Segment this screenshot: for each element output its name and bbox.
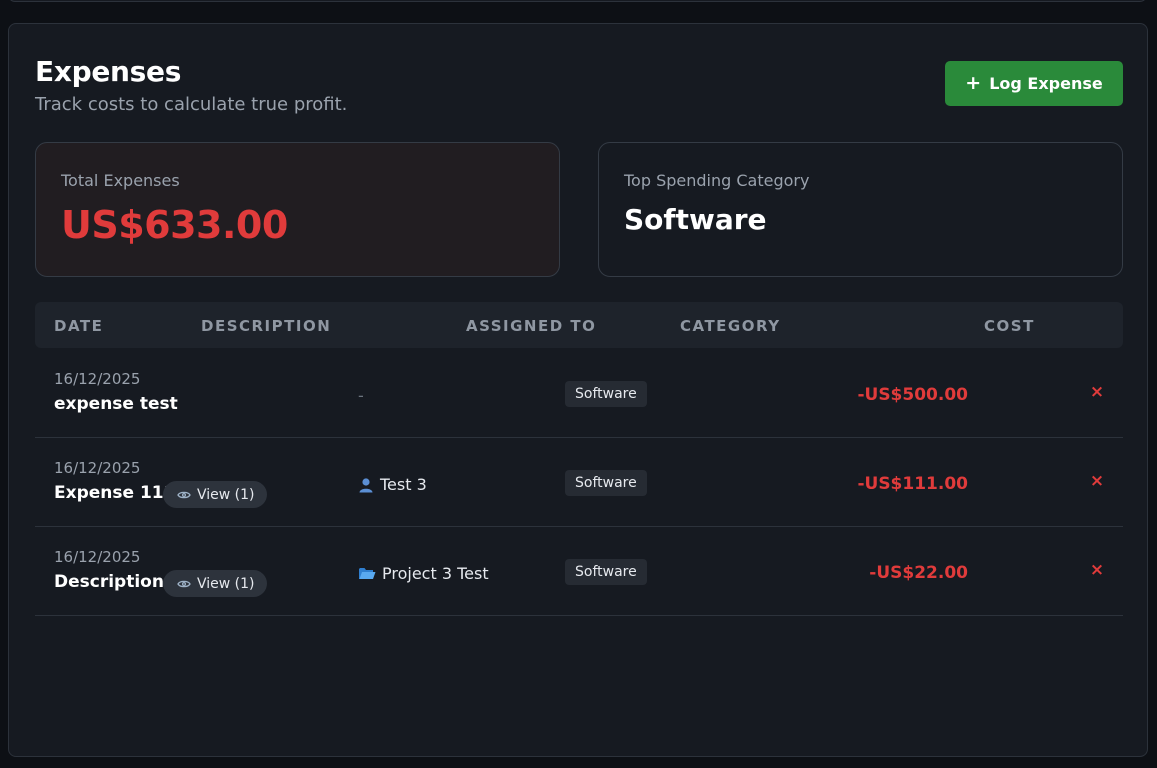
total-expenses-label: Total Expenses <box>61 171 180 190</box>
view-attachment-button[interactable]: View (1) <box>163 570 267 597</box>
view-attachment-label: View (1) <box>197 575 255 592</box>
assigned-to-text: - <box>358 386 364 405</box>
total-expenses-value: US$633.00 <box>61 203 288 247</box>
table-row: 16/12/2025 Description View (1) Project … <box>35 527 1123 616</box>
assigned-to: Project 3 Test <box>358 564 489 583</box>
eye-icon <box>177 491 191 498</box>
expense-description: Expense 111 <box>54 483 176 503</box>
view-attachment-label: View (1) <box>197 486 255 503</box>
folder-icon <box>359 568 376 579</box>
total-expenses-card: Total Expenses US$633.00 <box>35 142 560 277</box>
expense-description: expense test <box>54 394 178 414</box>
column-header-category: CATEGORY <box>680 317 781 335</box>
expense-date: 16/12/2025 <box>54 548 141 566</box>
column-header-cost: COST <box>984 317 1035 335</box>
page-subtitle: Track costs to calculate true profit. <box>35 94 348 115</box>
log-expense-button[interactable]: + Log Expense <box>945 61 1123 106</box>
top-panel-edge <box>8 0 1147 2</box>
category-badge: Software <box>565 470 647 496</box>
top-category-value: Software <box>624 203 767 236</box>
expense-cost: -US$22.00 <box>869 563 968 583</box>
delete-expense-button[interactable]: × <box>1087 381 1107 403</box>
assigned-to: Test 3 <box>358 475 427 494</box>
person-icon <box>359 477 373 492</box>
expense-cost: -US$500.00 <box>857 385 968 405</box>
column-header-description: DESCRIPTION <box>201 317 332 335</box>
delete-expense-button[interactable]: × <box>1087 470 1107 492</box>
table-header: DATE DESCRIPTION ASSIGNED TO CATEGORY CO… <box>35 302 1123 348</box>
view-attachment-button[interactable]: View (1) <box>163 481 267 508</box>
expense-date: 16/12/2025 <box>54 459 141 477</box>
page-title: Expenses <box>35 55 182 88</box>
assigned-to-text: Project 3 Test <box>382 564 489 583</box>
plus-icon: + <box>965 72 982 94</box>
category-badge: Software <box>565 559 647 585</box>
table-row: 16/12/2025 Expense 111 View (1) Test 3 S… <box>35 438 1123 527</box>
log-expense-label: Log Expense <box>989 74 1103 93</box>
top-category-card: Top Spending Category Software <box>598 142 1123 277</box>
top-category-label: Top Spending Category <box>624 171 810 190</box>
column-header-date: DATE <box>54 317 104 335</box>
expense-date: 16/12/2025 <box>54 370 141 388</box>
assigned-to-text: Test 3 <box>380 475 427 494</box>
column-header-assigned-to: ASSIGNED TO <box>466 317 597 335</box>
expenses-panel: Expenses Track costs to calculate true p… <box>8 23 1148 757</box>
expense-cost: -US$111.00 <box>857 474 968 494</box>
assigned-to: - <box>358 386 364 405</box>
expense-description: Description <box>54 572 164 592</box>
table-row: 16/12/2025 expense test - Software -US$5… <box>35 349 1123 438</box>
category-badge: Software <box>565 381 647 407</box>
delete-expense-button[interactable]: × <box>1087 559 1107 581</box>
eye-icon <box>177 580 191 587</box>
